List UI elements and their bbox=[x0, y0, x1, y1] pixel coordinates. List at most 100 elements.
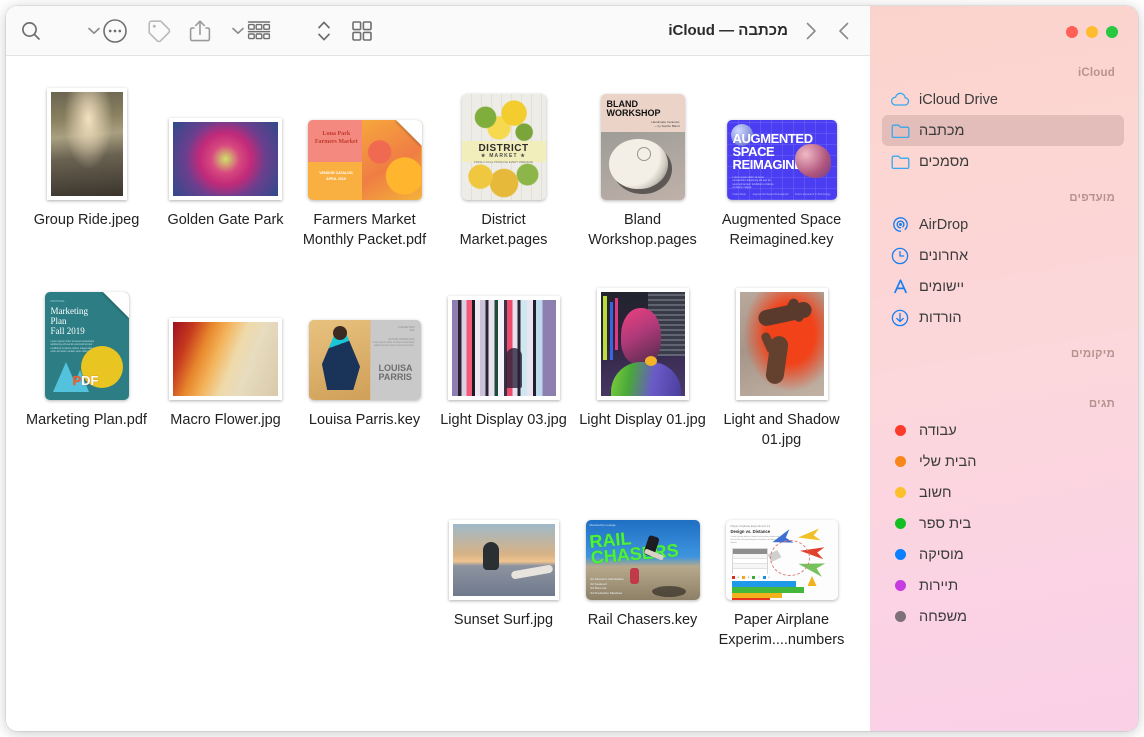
main-area: מכתבה — iCloud bbox=[6, 6, 870, 731]
sidebar-tag-family[interactable]: משפחה bbox=[882, 601, 1124, 632]
tag-dot-yellow-icon bbox=[890, 483, 910, 503]
more-actions-icon[interactable] bbox=[102, 15, 128, 47]
sidebar-item-icloud-drive[interactable]: iCloud Drive bbox=[882, 84, 1124, 115]
file-item[interactable]: AUGMENTEDSPACEREIMAGINED Lorem ipsum dol… bbox=[712, 70, 851, 270]
thumbnail: AUGMENTEDSPACEREIMAGINED Lorem ipsum dol… bbox=[718, 76, 846, 200]
sidebar-tag-work[interactable]: עבודה bbox=[882, 415, 1124, 446]
file-item[interactable]: Directed by Lounge · RAILCHASERS 01 Dire… bbox=[573, 470, 712, 670]
sidebar-item-downloads[interactable]: הורדות bbox=[882, 302, 1124, 333]
thumbnail: PROPOSAL MarketingPlanFall 2019 Lorem ip… bbox=[23, 276, 151, 400]
sidebar-item-airdrop[interactable]: AirDrop bbox=[882, 209, 1124, 240]
sidebar-section-header-locations: מיקומים bbox=[882, 333, 1124, 365]
photo-frame bbox=[736, 288, 828, 400]
file-item[interactable]: Light and Shadow 01.jpg bbox=[712, 270, 851, 470]
sidebar-item-label: הורדות bbox=[919, 310, 962, 326]
sidebar-item-applications[interactable]: יישומים bbox=[882, 271, 1124, 302]
photo-frame bbox=[448, 296, 560, 400]
sidebar-item-label: בית ספר bbox=[919, 516, 971, 532]
sidebar-section-header-favorites: מועדפים bbox=[882, 177, 1124, 209]
file-item[interactable]: Light Display 03.jpg bbox=[434, 270, 573, 470]
file-item[interactable]: DISTRICT ★ MARKET ★ FRESH LOCAL PRODUCE … bbox=[434, 70, 573, 270]
photo-frame bbox=[169, 118, 282, 200]
thumbnail: DISTRICT ★ MARKET ★ FRESH LOCAL PRODUCE … bbox=[440, 76, 568, 200]
thumbnail: Luna ParkFarmers Market VENDOR CATALOGAP… bbox=[301, 76, 429, 200]
clock-icon bbox=[890, 246, 910, 266]
photo-frame bbox=[449, 520, 559, 600]
document-icon: DISTRICT ★ MARKET ★ FRESH LOCAL PRODUCE … bbox=[462, 94, 546, 200]
sidebar-item-documents[interactable]: מסמכים bbox=[882, 146, 1124, 177]
file-item[interactable]: BLANDWORKSHOP Handmade Ceramics— by Soph… bbox=[573, 70, 712, 270]
document-icon: Paper Airplane Experiment 11 Design vs. … bbox=[726, 520, 838, 600]
file-label: Louisa Parris.key bbox=[298, 410, 432, 430]
finder-window: מכתבה — iCloud bbox=[6, 6, 1138, 731]
page-fold bbox=[396, 120, 422, 146]
sidebar-tag-important[interactable]: חשוב bbox=[882, 477, 1124, 508]
sidebar-item-recents[interactable]: אחרונים bbox=[882, 240, 1124, 271]
file-label: District Market.pages bbox=[437, 210, 571, 250]
file-item-empty bbox=[17, 470, 156, 670]
photo-frame bbox=[597, 288, 689, 400]
forward-button[interactable] bbox=[796, 17, 826, 45]
photo-frame bbox=[47, 88, 127, 200]
file-item[interactable]: Sunset Surf.jpg bbox=[434, 470, 573, 670]
file-item[interactable]: Golden Gate Park bbox=[156, 70, 295, 270]
document-icon: AUGMENTEDSPACEREIMAGINED Lorem ipsum dol… bbox=[727, 120, 837, 200]
tag-dot-purple-icon bbox=[890, 576, 910, 596]
group-by-chevron-down-icon[interactable] bbox=[232, 15, 244, 47]
sidebar-tag-school[interactable]: בית ספר bbox=[882, 508, 1124, 539]
zoom-button[interactable] bbox=[1106, 26, 1118, 38]
document-icon: Luna ParkFarmers Market VENDOR CATALOGAP… bbox=[308, 120, 422, 200]
search-icon[interactable] bbox=[20, 15, 42, 47]
sidebar-item-label: חשוב bbox=[919, 485, 952, 501]
file-label: Bland Workshop.pages bbox=[576, 210, 710, 250]
sidebar-item-label: משפחה bbox=[919, 609, 967, 625]
tag-dot-blue-icon bbox=[890, 545, 910, 565]
tag-dot-green-icon bbox=[890, 514, 910, 534]
thumbnail bbox=[162, 76, 290, 200]
sidebar-item-label: אחרונים bbox=[919, 248, 968, 264]
view-grid-icon[interactable] bbox=[350, 15, 374, 47]
tag-dot-gray-icon bbox=[890, 607, 910, 627]
close-button[interactable] bbox=[1066, 26, 1078, 38]
back-button[interactable] bbox=[828, 17, 858, 45]
downloads-icon bbox=[890, 308, 910, 328]
thumbnail: BLANDWORKSHOP Handmade Ceramics— by Soph… bbox=[579, 76, 707, 200]
thumbnail bbox=[718, 276, 846, 400]
sidebar-item-label: מסמכים bbox=[919, 154, 969, 170]
thumbnail bbox=[23, 76, 151, 200]
file-item[interactable]: Group Ride.jpeg bbox=[17, 70, 156, 270]
sort-icon[interactable] bbox=[316, 15, 332, 47]
sidebar-item-label: AirDrop bbox=[919, 217, 968, 233]
file-item[interactable]: Light Display 01.jpg bbox=[573, 270, 712, 470]
minimize-button[interactable] bbox=[1086, 26, 1098, 38]
file-item[interactable]: PROPOSAL MarketingPlanFall 2019 Lorem ip… bbox=[17, 270, 156, 470]
share-icon[interactable] bbox=[188, 15, 212, 47]
sidebar-tag-home[interactable]: הבית שלי bbox=[882, 446, 1124, 477]
sidebar-item-label: יישומים bbox=[919, 279, 964, 295]
file-label: Marketing Plan.pdf bbox=[20, 410, 154, 430]
document-icon: BLANDWORKSHOP Handmade Ceramics— by Soph… bbox=[601, 94, 685, 200]
file-label: Light and Shadow 01.jpg bbox=[715, 410, 849, 450]
sidebar-item-label: מוסיקה bbox=[919, 547, 964, 563]
document-icon: LOUISAPARRIS COLLECTIONA/W AUTUMN WINTER… bbox=[309, 320, 421, 400]
locations-empty bbox=[882, 365, 1124, 383]
file-item-empty bbox=[295, 470, 434, 670]
sidebar-tag-music[interactable]: מוסיקה bbox=[882, 539, 1124, 570]
document-icon: Directed by Lounge · RAILCHASERS 01 Dire… bbox=[586, 520, 700, 600]
sidebar-tag-travel[interactable]: תיירות bbox=[882, 570, 1124, 601]
airdrop-icon bbox=[890, 215, 910, 235]
file-grid-area: Group Ride.jpeg Golden Gate Park bbox=[6, 56, 870, 731]
group-by-icon[interactable] bbox=[246, 15, 272, 47]
file-item[interactable]: Luna ParkFarmers Market VENDOR CATALOGAP… bbox=[295, 70, 434, 270]
file-item[interactable]: LOUISAPARRIS COLLECTIONA/W AUTUMN WINTER… bbox=[295, 270, 434, 470]
file-item-empty bbox=[156, 470, 295, 670]
sidebar-section-header-tags: תגים bbox=[882, 383, 1124, 415]
more-actions-chevron-down-icon[interactable] bbox=[88, 15, 100, 47]
window-controls bbox=[882, 6, 1124, 52]
file-label: Augmented Space Reimagined.key bbox=[715, 210, 849, 250]
file-item[interactable]: Paper Airplane Experiment 11 Design vs. … bbox=[712, 470, 851, 670]
thumbnail bbox=[440, 476, 568, 600]
tag-icon[interactable] bbox=[146, 15, 172, 47]
file-item[interactable]: Macro Flower.jpg bbox=[156, 270, 295, 470]
sidebar-item-desktop[interactable]: מכתבה bbox=[882, 115, 1124, 146]
